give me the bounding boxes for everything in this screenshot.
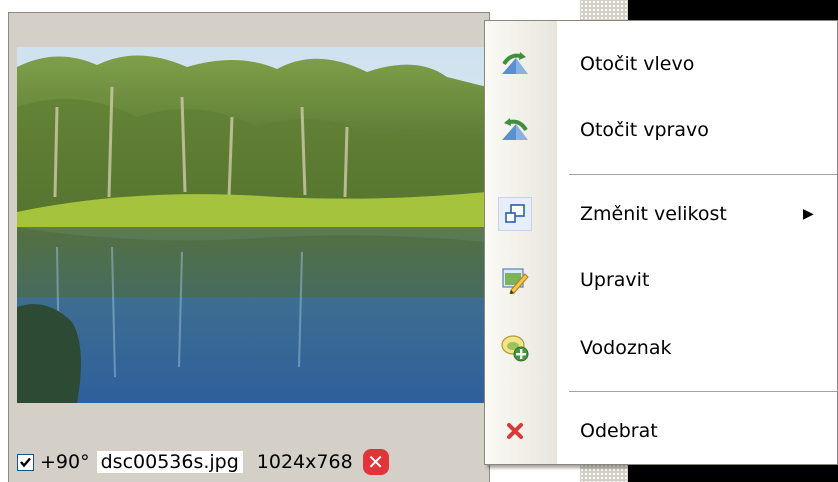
menu-separator bbox=[569, 391, 837, 392]
menu-item-edit[interactable]: Upravit bbox=[485, 251, 837, 309]
rotate-right-icon bbox=[497, 112, 533, 148]
menu-item-label: Otočit vpravo bbox=[580, 119, 709, 141]
rotation-label: +90° bbox=[40, 451, 90, 473]
menu-item-watermark[interactable]: Vodoznak bbox=[485, 319, 837, 377]
context-menu: Otočit vlevo Otočit vpravo Změnit veliko… bbox=[484, 20, 838, 465]
edit-icon bbox=[497, 262, 533, 298]
remove-button[interactable]: ✕ bbox=[362, 449, 389, 475]
menu-item-rotate-right[interactable]: Otočit vpravo bbox=[485, 101, 837, 159]
checkmark-icon bbox=[20, 457, 31, 467]
select-checkbox[interactable] bbox=[17, 453, 34, 471]
filename-label: dsc00536s.jpg bbox=[96, 451, 243, 473]
menu-item-rotate-left[interactable]: Otočit vlevo bbox=[485, 35, 837, 93]
menu-item-label: Otočit vlevo bbox=[580, 53, 695, 75]
menu-item-label: Změnit velikost bbox=[580, 203, 727, 225]
dimensions-label: 1024x768 bbox=[256, 451, 353, 473]
menu-item-label: Odebrat bbox=[580, 420, 658, 442]
resize-icon bbox=[497, 196, 533, 232]
photo-thumbnail[interactable] bbox=[17, 47, 487, 403]
menu-separator bbox=[569, 174, 837, 175]
menu-item-resize[interactable]: Změnit velikost ▶ bbox=[485, 185, 837, 243]
close-icon: ✕ bbox=[367, 450, 385, 474]
watermark-icon bbox=[497, 330, 533, 366]
thumbnail-caption: +90° dsc00536s.jpg 1024x768 ✕ bbox=[17, 448, 487, 476]
menu-item-label: Vodoznak bbox=[580, 337, 672, 359]
menu-item-label: Upravit bbox=[580, 269, 650, 291]
rotate-left-icon bbox=[497, 46, 533, 82]
submenu-arrow-icon: ▶ bbox=[803, 206, 814, 222]
menu-item-remove[interactable]: Odebrat bbox=[485, 402, 837, 460]
remove-icon bbox=[497, 413, 533, 449]
